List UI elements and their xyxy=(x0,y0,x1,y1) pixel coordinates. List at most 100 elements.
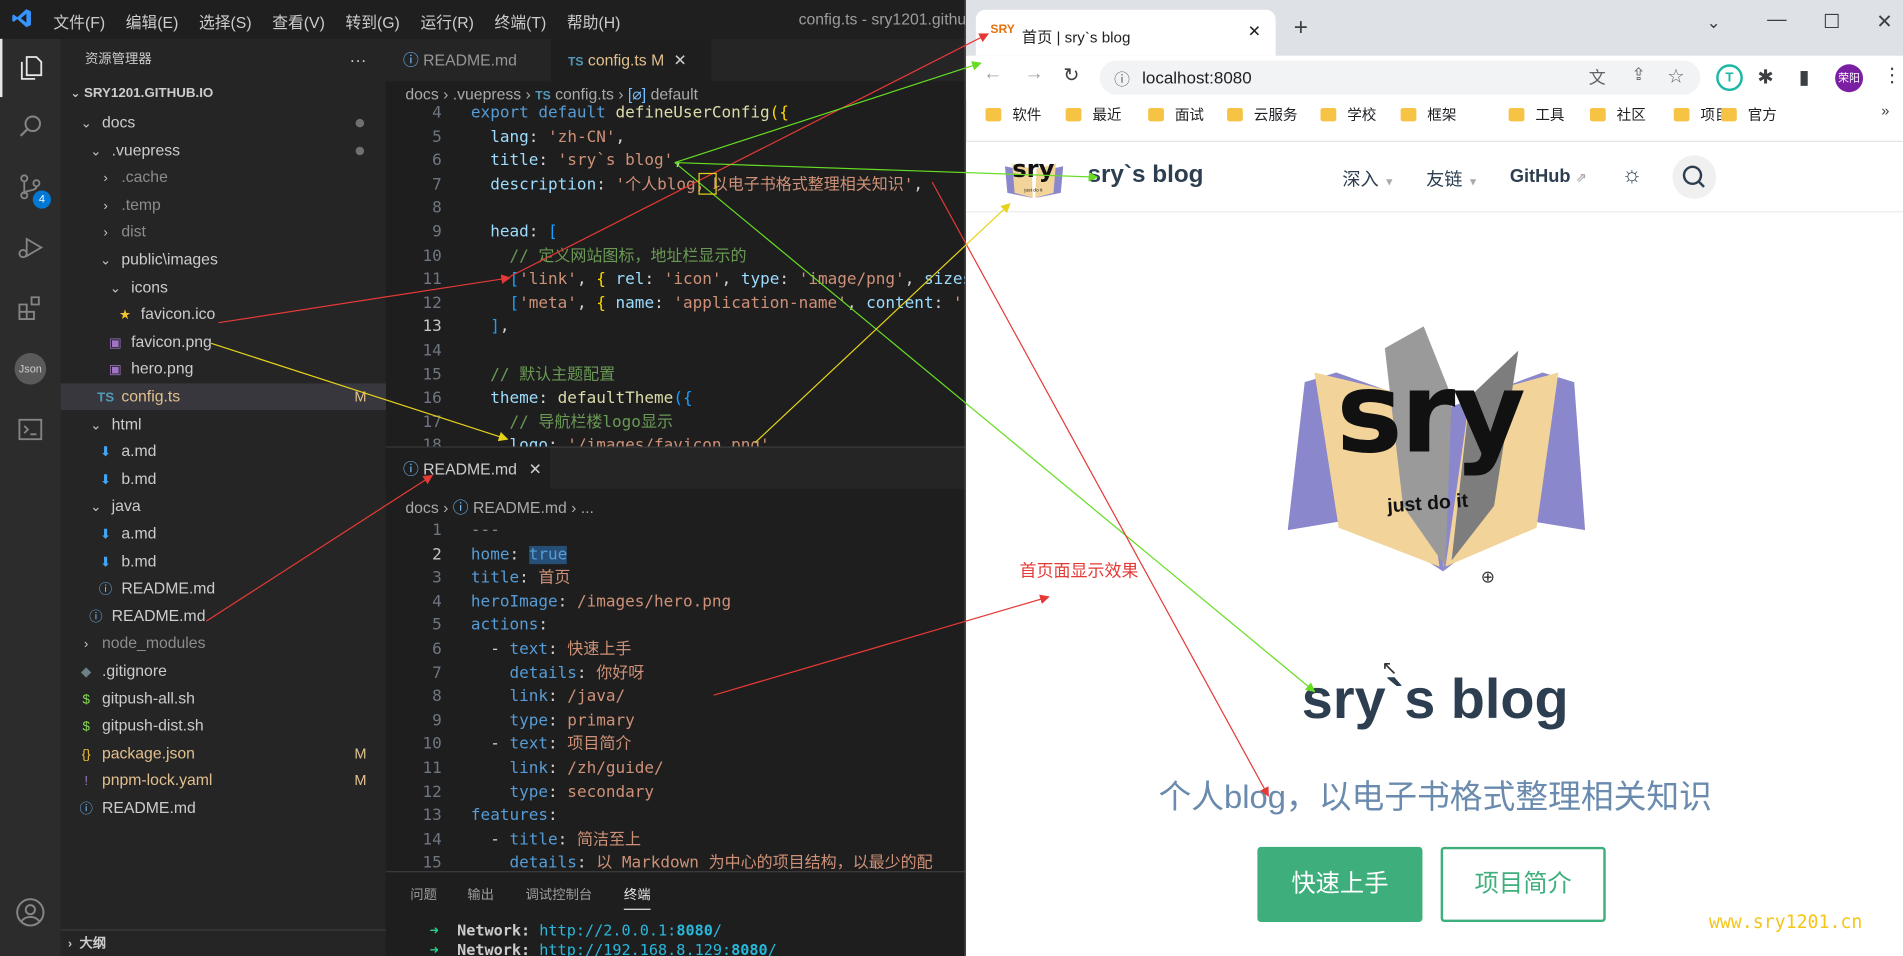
search-button[interactable] xyxy=(1672,155,1717,199)
tree-item[interactable]: ▣ favicon.png xyxy=(61,329,386,356)
breadcrumb-item[interactable]: ... xyxy=(581,499,594,517)
panel-tab-terminal[interactable]: 终端 xyxy=(623,884,651,910)
tree-item[interactable]: ★ favicon.ico xyxy=(61,301,386,328)
tree-item[interactable]: › dist xyxy=(61,219,386,246)
close-window-icon[interactable]: ✕ xyxy=(1876,10,1892,34)
nav-item-links[interactable]: 友链 ▼ xyxy=(1426,166,1478,191)
tree-item[interactable]: $ gitpush-all.sh xyxy=(61,685,386,712)
minimize-icon[interactable]: — xyxy=(1767,10,1786,32)
more-actions-icon[interactable]: ··· xyxy=(350,39,367,80)
address-bar[interactable]: ⓘ localhost:8080 文 ⇪ ☆ xyxy=(1099,60,1701,95)
tree-item[interactable]: ⬇ a.md xyxy=(61,438,386,465)
site-title[interactable]: sry`s blog xyxy=(1087,161,1203,189)
tree-item[interactable]: {} package.json M xyxy=(61,740,386,767)
nav-item-deep[interactable]: 深入 ▼ xyxy=(1342,166,1394,191)
new-tab-icon[interactable]: + xyxy=(1294,15,1308,43)
tree-item[interactable]: ▣ hero.png xyxy=(61,356,386,383)
tree-item[interactable]: ⓘ README.md xyxy=(61,575,386,602)
tree-item[interactable]: ⌄ icons xyxy=(61,274,386,301)
tree-item[interactable]: ⓘ README.md xyxy=(61,603,386,630)
browser-tab[interactable]: SRY 首页 | sry`s blog ✕ xyxy=(975,9,1276,56)
project-root[interactable]: ⌄ SRY1201.GITHUB.IO xyxy=(61,80,386,107)
get-started-button[interactable]: 快速上手 xyxy=(1257,846,1423,923)
breadcrumb-item[interactable]: docs xyxy=(405,499,438,517)
forward-icon[interactable]: → xyxy=(1024,63,1043,85)
theme-toggle-icon[interactable]: ☼ xyxy=(1622,163,1643,190)
nav-item-github[interactable]: GitHub ⇗ xyxy=(1510,166,1587,187)
explorer-icon[interactable] xyxy=(0,38,61,98)
extensions-icon[interactable] xyxy=(0,279,61,337)
tree-item[interactable]: ⌄ html xyxy=(61,411,386,438)
breadcrumb-item[interactable]: docs xyxy=(405,85,438,103)
breadcrumb-item[interactable]: config.ts xyxy=(555,85,614,103)
tree-item[interactable]: ⬇ b.md xyxy=(61,548,386,575)
extensions-puzzle-icon[interactable]: ✱ xyxy=(1757,66,1773,90)
profile-avatar[interactable]: 荣阳 xyxy=(1835,64,1864,93)
maximize-icon[interactable]: ☐ xyxy=(1823,10,1840,34)
share-icon[interactable]: ⇪ xyxy=(1632,64,1646,85)
bookmark-star-icon[interactable]: ☆ xyxy=(1667,64,1684,88)
menu-item[interactable]: 查看(V) xyxy=(272,10,325,33)
tree-item[interactable]: ! pnpm-lock.yaml M xyxy=(61,767,386,794)
panel-tab-debug-console[interactable]: 调试控制台 xyxy=(526,884,593,903)
project-intro-button[interactable]: 项目简介 xyxy=(1440,846,1606,923)
close-icon[interactable]: ✕ xyxy=(529,460,542,478)
bookmark-item[interactable]: 面试 xyxy=(1148,104,1204,125)
bookmark-item[interactable]: 学校 xyxy=(1320,104,1376,125)
outline-section[interactable]: › 大纲 xyxy=(60,929,386,956)
source-control-icon[interactable]: 4 xyxy=(0,158,61,216)
terminal-icon[interactable] xyxy=(0,400,61,458)
code-editor-config[interactable]: 4 export default defineUserConfig({5 lang… xyxy=(386,102,965,446)
more-bookmarks-icon[interactable]: » xyxy=(1881,102,1889,119)
tree-item[interactable]: ⌄ docs xyxy=(61,109,386,136)
tree-item[interactable]: ⌄ .vuepress xyxy=(61,137,386,164)
tree-item[interactable]: ⬇ b.md xyxy=(61,466,386,493)
menu-item[interactable]: 终端(T) xyxy=(495,10,547,33)
extension-translate-icon[interactable]: T xyxy=(1716,64,1743,91)
tree-item[interactable]: ⌄ public\images xyxy=(61,246,386,273)
translate-icon[interactable]: 文 xyxy=(1589,66,1606,90)
breadcrumb-item[interactable]: .vuepress xyxy=(453,85,521,103)
bookmark-item[interactable]: 工具 xyxy=(1508,104,1564,125)
code-editor-readme[interactable]: 1 --- 2 home: true 3 title: 首页 4 heroImage: /im… xyxy=(386,519,965,871)
tree-item[interactable]: ⬇ a.md xyxy=(61,520,386,547)
tree-item[interactable]: $ gitpush-dist.sh xyxy=(61,712,386,739)
close-icon[interactable]: ✕ xyxy=(674,51,687,69)
tree-item[interactable]: › node_modules xyxy=(61,630,386,657)
side-panel-icon[interactable]: ▮ xyxy=(1799,66,1810,90)
bookmark-item[interactable]: 官方 xyxy=(1721,104,1777,125)
tree-item[interactable]: ◆ .gitignore xyxy=(61,658,386,685)
tab-readme[interactable]: ⓘ README.md xyxy=(386,39,550,81)
terminal-url[interactable]: http://192.168.8.129: xyxy=(539,940,731,956)
tree-item[interactable]: › .temp xyxy=(61,191,386,218)
run-debug-icon[interactable] xyxy=(0,218,61,276)
menu-icon[interactable]: ⋮ xyxy=(1882,63,1901,87)
tab-search-icon[interactable]: ⌄ xyxy=(1706,12,1720,33)
json-icon[interactable]: Json xyxy=(0,340,61,398)
tree-item[interactable]: ⓘ README.md xyxy=(61,795,386,822)
bookmark-item[interactable]: 软件 xyxy=(985,104,1041,125)
menu-item[interactable]: 转到(G) xyxy=(345,10,399,33)
panel-tab-problems[interactable]: 问题 xyxy=(410,884,437,903)
close-tab-icon[interactable]: ✕ xyxy=(1248,22,1261,41)
terminal-url[interactable]: http://2.0.0.1: xyxy=(539,921,676,939)
tree-item[interactable]: ⌄ java xyxy=(61,493,386,520)
tree-item[interactable]: TS config.ts M xyxy=(60,383,386,411)
back-icon[interactable]: ← xyxy=(983,63,1002,85)
tab-readme-2[interactable]: ⓘ README.md ✕ xyxy=(385,447,550,491)
bookmark-item[interactable]: 框架 xyxy=(1400,104,1456,125)
menu-item[interactable]: 编辑(E) xyxy=(126,10,179,33)
reload-icon[interactable]: ↻ xyxy=(1063,63,1079,87)
menu-item[interactable]: 选择(S) xyxy=(199,10,252,33)
panel-tab-output[interactable]: 输出 xyxy=(467,884,494,903)
bookmark-item[interactable]: 社区 xyxy=(1589,104,1646,125)
tree-item[interactable]: › .cache xyxy=(61,164,386,191)
menu-item[interactable]: 文件(F) xyxy=(53,10,105,33)
tab-config[interactable]: TS config.ts M ✕ xyxy=(551,38,712,82)
search-icon[interactable] xyxy=(0,97,61,155)
breadcrumb-item[interactable]: README.md xyxy=(473,499,567,517)
account-icon[interactable] xyxy=(0,883,61,941)
breadcrumb-item[interactable]: default xyxy=(651,85,698,103)
bookmark-item[interactable]: 云服务 xyxy=(1227,104,1297,125)
menu-item[interactable]: 帮助(H) xyxy=(567,10,620,33)
